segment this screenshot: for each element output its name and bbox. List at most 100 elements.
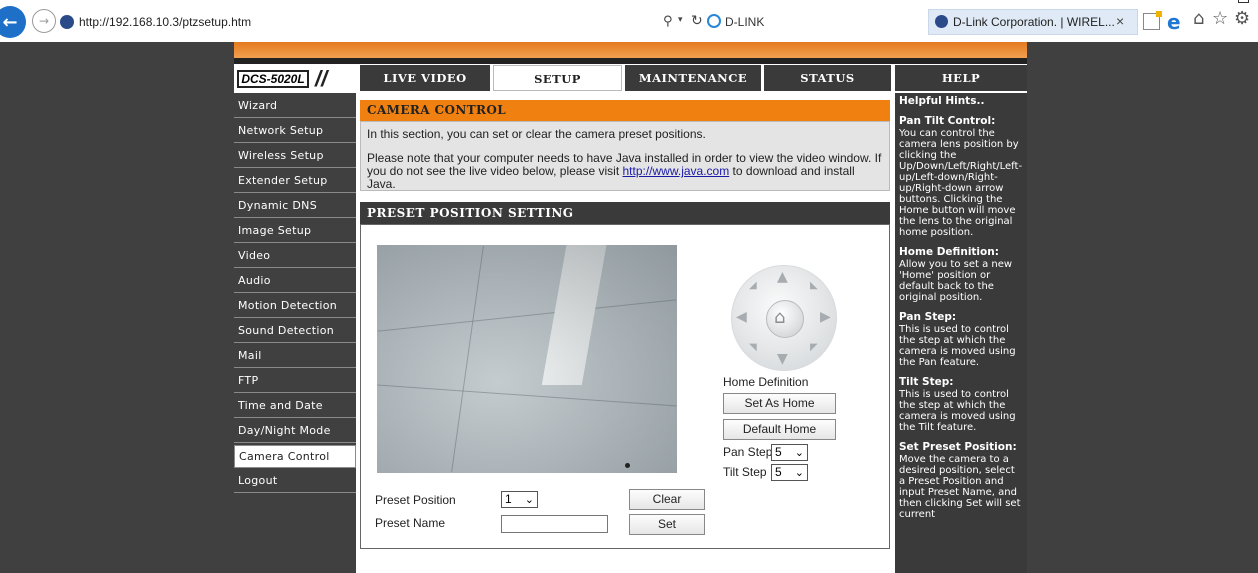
pan-tilt-control[interactable]: ▲ ▼ ◀ ▶ ◢ ◣ ◥ ◤ ⌂ [731,265,837,371]
camera-web-page: DCS-5020L // LIVE VIDEO SETUP MAINTENANC… [234,42,1027,573]
pan-step-label: Pan Step [723,445,773,459]
camera-control-title: CAMERA CONTROL [360,100,890,121]
tab-live-video[interactable]: LIVE VIDEO [360,65,490,91]
sidebar-item-network-setup[interactable]: Network Setup [234,120,356,143]
tab-help[interactable]: HELP [895,65,1027,91]
main-content: CAMERA CONTROL In this section, you can … [360,100,891,549]
ie-icon [707,14,721,28]
sidebar: Wizard Network Setup Wireless Setup Exte… [234,93,356,573]
tab-active[interactable]: D-Link Corporation. | WIREL... × [928,9,1138,35]
sidebar-item-ftp[interactable]: FTP [234,370,356,393]
tilt-step-value: 5 [775,465,782,479]
sidebar-item-logout[interactable]: Logout [234,470,356,493]
chevron-down-icon: ⌄ [524,493,534,506]
maximize-icon[interactable] [1238,0,1249,3]
help-heading-pan-step: Pan Step: [899,311,957,323]
pan-step-value: 5 [775,445,782,459]
logo-slash-icon: // [315,66,328,91]
arrow-down-right-icon[interactable]: ◤ [810,342,818,353]
tab-dlink[interactable]: D-LINK [705,11,920,33]
help-title: Helpful Hints.. [899,95,985,107]
sidebar-item-extender-setup[interactable]: Extender Setup [234,170,356,193]
help-text-tilt-step: This is used to control the step at whic… [899,389,1016,433]
orange-banner [234,42,1027,58]
arrow-up-icon[interactable]: ▲ [777,269,788,285]
sidebar-item-day-night-mode[interactable]: Day/Night Mode [234,420,356,443]
help-text-home-definition: Allow you to set a new 'Home' position o… [899,259,1013,303]
preset-position-title: PRESET POSITION SETTING [360,202,890,224]
java-note: Please note that your computer needs to … [367,152,883,191]
sidebar-item-image-setup[interactable]: Image Setup [234,220,356,243]
arrow-down-left-icon[interactable]: ◥ [749,342,757,353]
sidebar-item-motion-detection[interactable]: Motion Detection [234,295,356,318]
tab-maintenance[interactable]: MAINTENANCE [625,65,761,91]
preset-position-panel: ▲ ▼ ◀ ▶ ◢ ◣ ◥ ◤ ⌂ Home Definition Set As… [360,224,890,549]
live-video-view [377,245,677,473]
sidebar-item-sound-detection[interactable]: Sound Detection [234,320,356,343]
help-heading-set-preset: Set Preset Position: [899,441,1017,453]
browser-chrome: ← → http://192.168.10.3/ptzsetup.htm ⚲ ▾… [0,0,1258,42]
chevron-down-icon: ⌄ [794,446,804,459]
set-as-home-button[interactable]: Set As Home [723,393,836,414]
close-tab-icon[interactable]: × [1116,13,1124,29]
tilt-step-label: Tilt Step [723,465,767,479]
sidebar-item-wireless-setup[interactable]: Wireless Setup [234,145,356,168]
sidebar-item-camera-control[interactable]: Camera Control [234,445,356,468]
video-shading [377,245,677,473]
gear-icon[interactable]: ⚙ [1234,8,1250,29]
edge-icon[interactable]: e [1167,10,1181,34]
back-arrow-icon[interactable]: ← [0,6,26,38]
chevron-down-icon[interactable]: ▾ [678,14,683,25]
top-nav: DCS-5020L // LIVE VIDEO SETUP MAINTENANC… [234,64,1027,93]
help-text-pan-step: This is used to control the step at whic… [899,324,1016,368]
arrow-right-icon[interactable]: ▶ [820,309,831,325]
preset-position-select[interactable]: 1 ⌄ [501,491,538,508]
help-heading-home-definition: Home Definition: [899,246,999,258]
arrow-up-right-icon[interactable]: ◣ [810,280,818,291]
tilt-step-select[interactable]: 5 ⌄ [771,464,808,481]
home-definition-label: Home Definition [723,375,809,389]
arrow-up-left-icon[interactable]: ◢ [749,280,757,291]
sidebar-item-wizard[interactable]: Wizard [234,95,356,118]
logo-text: DCS-5020L [237,70,309,88]
sidebar-item-time-and-date[interactable]: Time and Date [234,395,356,418]
arrow-down-icon[interactable]: ▼ [777,351,788,367]
search-icon[interactable]: ⚲ [663,14,673,29]
preset-name-label: Preset Name [375,516,446,530]
set-button[interactable]: Set [629,514,705,535]
forward-arrow-icon[interactable]: → [32,9,56,33]
help-heading-tilt-step: Tilt Step: [899,376,954,388]
video-dark-spot [625,463,630,468]
sidebar-item-mail[interactable]: Mail [234,345,356,368]
chevron-down-icon: ⌄ [794,466,804,479]
intro-text: In this section, you can set or clear th… [367,127,706,141]
clear-button[interactable]: Clear [629,489,705,510]
tab-status[interactable]: STATUS [764,65,891,91]
home-icon[interactable]: ⌂ [1193,8,1204,29]
refresh-icon[interactable]: ↻ [691,13,703,29]
sidebar-item-video[interactable]: Video [234,245,356,268]
preset-position-value: 1 [505,492,512,506]
pan-step-select[interactable]: 5 ⌄ [771,444,808,461]
help-text-pan-tilt: You can control the camera lens position… [899,128,1023,238]
preset-position-label: Preset Position [375,493,456,507]
tab-favicon-icon [935,15,948,28]
arrow-left-icon[interactable]: ◀ [736,309,747,325]
help-text-set-preset: Move the camera to a desired position, s… [899,454,1021,520]
site-favicon-icon [60,15,74,29]
home-icon[interactable]: ⌂ [774,307,785,328]
new-tab-icon[interactable] [1143,11,1162,30]
help-heading-pan-tilt: Pan Tilt Control: [899,115,996,127]
default-home-button[interactable]: Default Home [723,419,836,440]
url-text[interactable]: http://192.168.10.3/ptzsetup.htm [79,15,251,29]
help-panel: Helpful Hints.. Pan Tilt Control: You ca… [895,93,1027,573]
model-logo: DCS-5020L // [234,65,358,93]
sidebar-item-dynamic-dns[interactable]: Dynamic DNS [234,195,356,218]
sidebar-item-audio[interactable]: Audio [234,270,356,293]
java-link[interactable]: http://www.java.com [623,164,730,178]
favorites-star-icon[interactable]: ☆ [1212,8,1228,29]
tab-setup[interactable]: SETUP [493,65,622,91]
minimize-icon[interactable]: – [1210,0,1218,6]
tab-active-label: D-Link Corporation. | WIREL... [953,15,1115,29]
preset-name-input[interactable] [501,515,608,533]
